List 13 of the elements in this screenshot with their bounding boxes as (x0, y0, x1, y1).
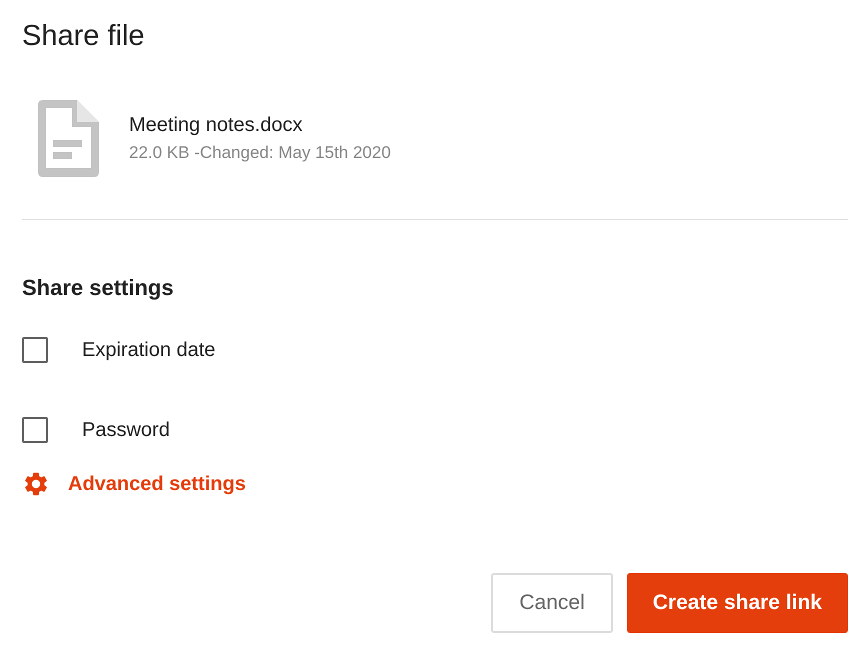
file-name: Meeting notes.docx (129, 114, 304, 137)
advanced-settings-link[interactable]: Advanced settings (22, 470, 246, 498)
document-icon (38, 100, 99, 177)
section-heading: Share settings (22, 274, 175, 302)
checkbox[interactable] (22, 417, 48, 443)
create-link-button[interactable]: Create share link (626, 573, 848, 633)
option-label: Password (82, 418, 170, 442)
dialog-title: Share file (22, 19, 146, 54)
cancel-button[interactable]: Cancel (491, 573, 613, 633)
settings-icon (22, 470, 50, 498)
file-details: 22.0 KB -Changed: May 15th 2020 (129, 143, 391, 163)
checkbox[interactable] (22, 337, 48, 363)
option-label: Expiration date (82, 338, 216, 362)
